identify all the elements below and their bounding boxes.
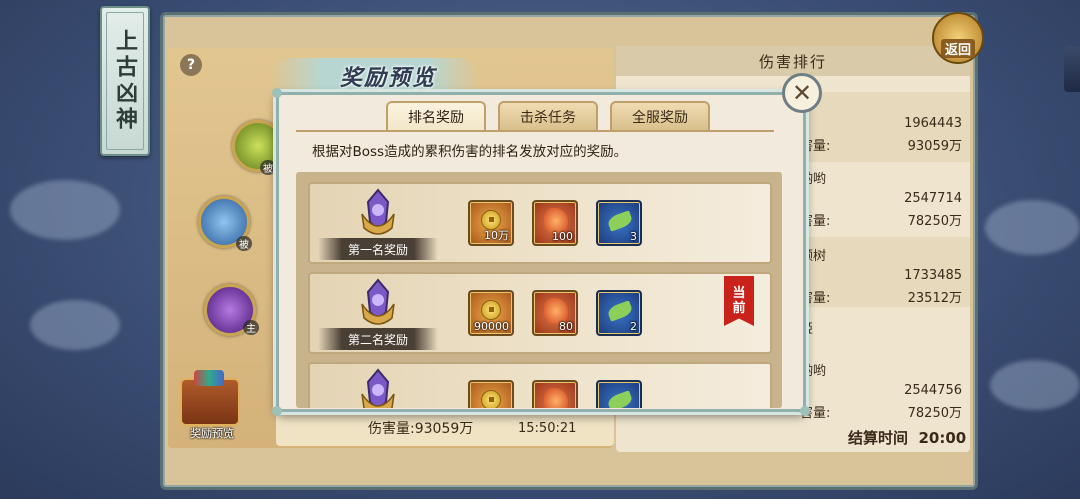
item-count: 100 bbox=[552, 230, 573, 243]
modal-corner bbox=[800, 406, 810, 416]
item-count: 2 bbox=[630, 320, 637, 333]
dragon-icon bbox=[544, 388, 568, 408]
skill-tag: 主 bbox=[243, 320, 259, 335]
help-button[interactable]: ? bbox=[180, 54, 202, 76]
reward-item[interactable]: 3 bbox=[596, 200, 642, 246]
item-count: 10万 bbox=[484, 229, 509, 242]
ranking-damage: 78250万 bbox=[907, 406, 962, 421]
settlement-label: 结算时间 bbox=[848, 429, 909, 447]
reward-item[interactable] bbox=[532, 380, 578, 408]
coin-icon bbox=[481, 390, 501, 408]
reward-description: 根据对Boss造成的累积伤害的排名发放对应的奖励。 bbox=[312, 144, 628, 160]
reward-row bbox=[308, 362, 772, 408]
ranking-damage: 93059万 bbox=[907, 139, 962, 154]
current-rank-ribbon: 当前 bbox=[724, 276, 754, 326]
modal-corner bbox=[272, 406, 282, 416]
rank-label: 第一名奖励 bbox=[318, 238, 438, 260]
back-button[interactable]: 返回 bbox=[932, 12, 984, 64]
reward-item[interactable] bbox=[468, 380, 514, 408]
reward-row: 第一名奖励 10万 100 3 bbox=[308, 182, 772, 264]
ranking-damage: 78250万 bbox=[907, 214, 962, 229]
countdown-time: 15:50:21 bbox=[518, 421, 577, 436]
ranking-score: 1733485 bbox=[904, 268, 962, 283]
reward-row: 第二名奖励 90000 80 2 bbox=[308, 272, 772, 354]
reward-item[interactable]: 90000 bbox=[468, 290, 514, 336]
reward-preview-chest-icon[interactable] bbox=[180, 370, 240, 426]
tab-divider bbox=[296, 130, 774, 132]
close-button[interactable]: ✕ bbox=[782, 73, 822, 113]
tab-rank-rewards[interactable]: 排名奖励 bbox=[386, 101, 486, 131]
reward-preview-label[interactable]: 奖励预览 bbox=[180, 425, 244, 441]
item-count: 80 bbox=[559, 320, 573, 333]
rank-medal-icon bbox=[361, 278, 395, 325]
ranking-damage: 23512万 bbox=[907, 291, 962, 306]
modal-title: 奖励预览 bbox=[340, 65, 437, 91]
reward-list[interactable]: 第一名奖励 10万 100 3 第二名奖励 90000 80 2 bbox=[296, 172, 782, 408]
player-damage: 伤害量:93059万 bbox=[368, 421, 474, 437]
back-button-label: 返回 bbox=[940, 39, 975, 58]
skill-tag: 被 bbox=[260, 160, 276, 175]
skill-tag: 被 bbox=[236, 236, 252, 251]
close-icon: ✕ bbox=[791, 79, 813, 107]
background-cloud bbox=[30, 300, 120, 350]
leaf-icon bbox=[606, 210, 634, 232]
boss-title-banner: 上古凶神 bbox=[100, 6, 150, 156]
reward-item[interactable]: 80 bbox=[532, 290, 578, 336]
tab-kill-tasks[interactable]: 击杀任务 bbox=[498, 101, 598, 131]
reward-item[interactable]: 10万 bbox=[468, 200, 514, 246]
reward-item[interactable]: 2 bbox=[596, 290, 642, 336]
background-cloud bbox=[10, 180, 120, 240]
edge-decoration bbox=[1064, 46, 1080, 92]
reward-item[interactable]: 100 bbox=[532, 200, 578, 246]
rank-medal-icon bbox=[361, 188, 395, 235]
ranking-score: 1964443 bbox=[904, 116, 962, 131]
rank-medal-icon bbox=[361, 368, 395, 408]
rank-label: 第二名奖励 bbox=[318, 328, 438, 350]
settlement-time: 结算时间 20:00 bbox=[848, 427, 966, 448]
coin-icon bbox=[481, 300, 501, 320]
settlement-value: 20:00 bbox=[918, 429, 967, 447]
tab-server-rewards[interactable]: 全服奖励 bbox=[610, 101, 710, 131]
leaf-icon bbox=[606, 390, 634, 408]
ranking-header: 伤害排行 bbox=[616, 46, 970, 76]
background-cloud bbox=[990, 360, 1080, 410]
item-count: 3 bbox=[630, 230, 637, 243]
item-count: 90000 bbox=[474, 320, 509, 333]
background-cloud bbox=[985, 200, 1080, 255]
leaf-icon bbox=[606, 300, 634, 322]
ranking-score: 2547714 bbox=[904, 191, 962, 206]
boss-title: 上古凶神 bbox=[112, 29, 138, 133]
modal-corner bbox=[272, 88, 282, 98]
ranking-score: 2544756 bbox=[904, 383, 962, 398]
reward-item[interactable] bbox=[596, 380, 642, 408]
